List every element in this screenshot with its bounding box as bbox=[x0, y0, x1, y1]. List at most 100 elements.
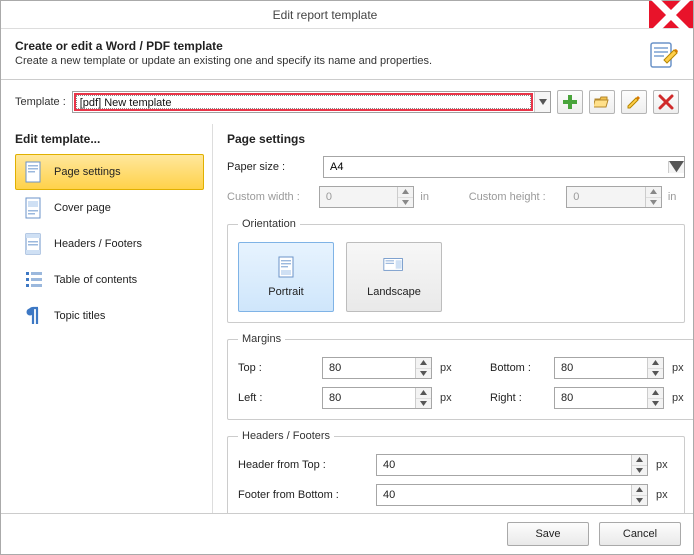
sidebar-title: Edit template... bbox=[15, 132, 204, 146]
margin-top-stepper[interactable] bbox=[322, 357, 432, 379]
margin-top-input[interactable] bbox=[323, 358, 415, 378]
paper-size-select[interactable]: A4 bbox=[323, 156, 685, 178]
custom-width-label: Custom width : bbox=[227, 191, 313, 203]
sidebar-item-label: Cover page bbox=[54, 202, 111, 214]
orientation-legend: Orientation bbox=[238, 218, 300, 230]
margin-bottom-label: Bottom : bbox=[490, 362, 546, 374]
spin-down[interactable] bbox=[416, 369, 431, 379]
headers-footers-icon bbox=[24, 233, 44, 255]
custom-height-label: Custom height : bbox=[469, 191, 561, 203]
open-template-button[interactable] bbox=[589, 90, 615, 114]
spin-up[interactable] bbox=[648, 358, 663, 369]
page-icon bbox=[24, 161, 44, 183]
cancel-button-label: Cancel bbox=[623, 528, 657, 540]
close-button[interactable] bbox=[649, 1, 693, 28]
edit-template-icon bbox=[647, 39, 679, 71]
custom-width-stepper bbox=[319, 186, 415, 208]
template-combo-arrow[interactable] bbox=[534, 92, 550, 112]
template-combo[interactable]: [pdf] New template bbox=[72, 91, 551, 113]
header-from-top-label: Header from Top : bbox=[238, 459, 368, 471]
header-desc: Create a new template or update an exist… bbox=[15, 55, 637, 67]
save-button[interactable]: Save bbox=[507, 522, 589, 546]
spin-down[interactable] bbox=[648, 399, 663, 409]
portrait-icon bbox=[275, 256, 297, 280]
spin-up[interactable] bbox=[632, 485, 647, 496]
plus-icon bbox=[562, 94, 578, 110]
pilcrow-icon bbox=[24, 305, 44, 327]
delete-template-button[interactable] bbox=[653, 90, 679, 114]
sidebar-item-label: Page settings bbox=[54, 166, 121, 178]
margin-bottom-stepper[interactable] bbox=[554, 357, 664, 379]
sidebar-item-page-settings[interactable]: Page settings bbox=[15, 154, 204, 190]
save-button-label: Save bbox=[535, 528, 560, 540]
footer-from-bottom-label: Footer from Bottom : bbox=[238, 489, 368, 501]
paper-size-arrow[interactable] bbox=[668, 161, 684, 172]
pencil-icon bbox=[626, 94, 642, 110]
hf-legend: Headers / Footers bbox=[238, 430, 334, 442]
footer: Save Cancel bbox=[1, 513, 693, 554]
margin-left-stepper[interactable] bbox=[322, 387, 432, 409]
header: Create or edit a Word / PDF template Cre… bbox=[1, 29, 693, 80]
sidebar-item-cover-page[interactable]: Cover page bbox=[15, 190, 204, 226]
template-combo-value: [pdf] New template bbox=[74, 93, 533, 111]
cover-page-icon bbox=[24, 197, 44, 219]
chevron-down-icon bbox=[539, 99, 547, 105]
orientation-fieldset: Orientation Portrait Landscape bbox=[227, 218, 685, 323]
landscape-icon bbox=[383, 256, 405, 280]
unit-px: px bbox=[656, 459, 674, 471]
unit-px: px bbox=[656, 489, 674, 501]
chevron-down-icon bbox=[669, 161, 684, 172]
new-template-button[interactable] bbox=[557, 90, 583, 114]
unit-px: px bbox=[440, 392, 458, 404]
margin-bottom-input[interactable] bbox=[555, 358, 647, 378]
unit-px: px bbox=[440, 362, 458, 374]
sidebar-item-topic-titles[interactable]: Topic titles bbox=[15, 298, 204, 334]
margin-right-stepper[interactable] bbox=[554, 387, 664, 409]
margin-right-input[interactable] bbox=[555, 388, 647, 408]
spin-down[interactable] bbox=[416, 399, 431, 409]
unit-px: px bbox=[672, 392, 690, 404]
chevron-down-icon bbox=[636, 468, 643, 473]
chevron-down-icon bbox=[420, 401, 427, 406]
content-panel: Page settings Paper size : A4 Custom wid… bbox=[213, 124, 693, 513]
dialog-window: Edit report template Create or edit a Wo… bbox=[0, 0, 694, 555]
custom-height-stepper bbox=[566, 186, 662, 208]
custom-size-row: Custom width : in Custom height : in bbox=[227, 186, 685, 208]
chevron-down-icon bbox=[652, 401, 659, 406]
spin-up[interactable] bbox=[416, 358, 431, 369]
edit-template-button[interactable] bbox=[621, 90, 647, 114]
sidebar-item-label: Topic titles bbox=[54, 310, 105, 322]
footer-from-bottom-stepper[interactable] bbox=[376, 484, 648, 506]
footer-from-bottom-input[interactable] bbox=[377, 485, 631, 505]
paper-size-label: Paper size : bbox=[227, 161, 317, 173]
titlebar: Edit report template bbox=[1, 1, 693, 29]
chevron-up-icon bbox=[652, 390, 659, 395]
margins-legend: Margins bbox=[238, 333, 285, 345]
template-row: Template : [pdf] New template bbox=[1, 80, 693, 124]
spin-down[interactable] bbox=[632, 496, 647, 506]
chevron-up-icon bbox=[402, 189, 409, 194]
header-text: Create or edit a Word / PDF template Cre… bbox=[15, 39, 637, 67]
spin-up[interactable] bbox=[648, 388, 663, 399]
sidebar-item-toc[interactable]: Table of contents bbox=[15, 262, 204, 298]
cancel-button[interactable]: Cancel bbox=[599, 522, 681, 546]
spin-down[interactable] bbox=[648, 369, 663, 379]
spin-up[interactable] bbox=[416, 388, 431, 399]
spin-up[interactable] bbox=[632, 455, 647, 466]
sidebar: Edit template... Page settings Cover pag… bbox=[1, 124, 213, 513]
sidebar-item-headers-footers[interactable]: Headers / Footers bbox=[15, 226, 204, 262]
spin-down[interactable] bbox=[632, 466, 647, 476]
body: Edit template... Page settings Cover pag… bbox=[1, 124, 693, 513]
header-title: Create or edit a Word / PDF template bbox=[15, 39, 637, 53]
header-from-top-input[interactable] bbox=[377, 455, 631, 475]
unit-in: in bbox=[668, 191, 685, 203]
margin-left-input[interactable] bbox=[323, 388, 415, 408]
hf-fieldset: Headers / Footers Header from Top : px F… bbox=[227, 430, 685, 513]
custom-width-input bbox=[320, 187, 398, 207]
chevron-up-icon bbox=[652, 360, 659, 365]
margin-top-label: Top : bbox=[238, 362, 314, 374]
orientation-portrait-tile[interactable]: Portrait bbox=[238, 242, 334, 312]
orientation-landscape-tile[interactable]: Landscape bbox=[346, 242, 442, 312]
sidebar-item-label: Headers / Footers bbox=[54, 238, 142, 250]
header-from-top-stepper[interactable] bbox=[376, 454, 648, 476]
